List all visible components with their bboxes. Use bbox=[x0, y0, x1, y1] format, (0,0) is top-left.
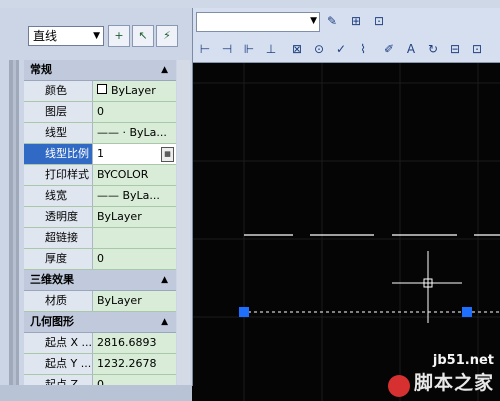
property-value[interactable]: BYCOLOR bbox=[93, 165, 176, 185]
property-value-text: 1 bbox=[97, 147, 104, 160]
property-row-start-y[interactable]: 起点 Y ... 1232.2678 bbox=[24, 354, 176, 375]
property-row-material[interactable]: 材质 ByLayer bbox=[24, 291, 176, 312]
property-value[interactable]: 0 bbox=[93, 249, 176, 269]
dim-update-icon[interactable]: ↻ bbox=[424, 40, 442, 58]
property-value[interactable]: —— ByLa... bbox=[93, 186, 176, 206]
property-row-lineweight[interactable]: 线宽 —— ByLa... bbox=[24, 186, 176, 207]
object-type-value: 直线 bbox=[33, 29, 58, 43]
property-value[interactable]: 0 bbox=[93, 102, 176, 122]
chevron-down-icon[interactable]: ▼ bbox=[310, 16, 317, 26]
property-row-linetype[interactable]: 线型 —— · ByLa... bbox=[24, 123, 176, 144]
property-row-color[interactable]: 颜色 ByLayer bbox=[24, 81, 176, 102]
dim-text-icon[interactable]: A bbox=[402, 40, 420, 58]
chevron-down-icon[interactable]: ▼ bbox=[93, 27, 100, 45]
status-strip bbox=[0, 385, 192, 401]
property-value[interactable]: 1 ▦ bbox=[93, 144, 176, 164]
section-geometry[interactable]: 几何图形 ▲ bbox=[24, 312, 176, 333]
property-row-thickness[interactable]: 厚度 0 bbox=[24, 249, 176, 270]
property-key: 图层 bbox=[24, 102, 93, 122]
watermark-url: jb51.net bbox=[432, 353, 494, 368]
property-key: 透明度 bbox=[24, 207, 93, 227]
dim-linear-icon[interactable]: ⊢ bbox=[196, 40, 214, 58]
collapse-icon[interactable]: ▲ bbox=[161, 312, 168, 332]
property-value-text: ByLayer bbox=[111, 84, 156, 97]
collapse-icon[interactable]: ▲ bbox=[161, 270, 168, 290]
calculator-icon[interactable]: ▦ bbox=[161, 147, 174, 162]
dimension-toolbar: ⊢ ⊣ ⊩ ⊥ ⊠ ⊙ ✓ ⌇ ✐ A ↻ ⊟ ⊡ bbox=[192, 36, 500, 63]
dim-jog-icon[interactable]: ⌇ bbox=[354, 40, 372, 58]
model-space[interactable] bbox=[192, 63, 500, 401]
dim-style-icon[interactable]: ⊟ bbox=[446, 40, 464, 58]
property-key: 线型比例 bbox=[24, 144, 93, 164]
property-row-linetype-scale[interactable]: 线型比例 1 ▦ bbox=[24, 144, 176, 165]
property-key: 厚度 bbox=[24, 249, 93, 269]
layer-state-icon[interactable]: ⊞ bbox=[347, 12, 365, 30]
section-title: 几何图形 bbox=[30, 315, 74, 328]
property-value[interactable]: 2816.6893 bbox=[93, 333, 176, 353]
property-value[interactable]: 1232.2678 bbox=[93, 354, 176, 374]
collapse-icon[interactable]: ▲ bbox=[161, 60, 168, 80]
toggle-pickadd-icon[interactable]: + bbox=[108, 25, 130, 47]
crosshair-cursor bbox=[392, 251, 462, 323]
dim-center-icon[interactable]: ⊙ bbox=[310, 40, 328, 58]
selection-bar: 直线 ▼ + ↖ ⚡ bbox=[24, 24, 190, 50]
property-key: 颜色 bbox=[24, 81, 93, 101]
color-swatch-icon bbox=[97, 84, 107, 94]
layer-combo[interactable]: ▼ bbox=[196, 12, 320, 32]
watermark: jb51.net 脚本之家 bbox=[387, 353, 494, 397]
watermark-logo-icon bbox=[387, 375, 410, 397]
quick-select-icon[interactable]: ⚡ bbox=[156, 25, 178, 47]
properties-palette: 直线 ▼ + ↖ ⚡ 常规 ▲ 颜色 ByLayer 图层 0 线型 —— · … bbox=[0, 8, 193, 396]
start-grip[interactable] bbox=[239, 307, 249, 317]
dim-continue-icon[interactable]: ⊥ bbox=[262, 40, 280, 58]
property-value[interactable] bbox=[93, 228, 176, 248]
section-title: 三维效果 bbox=[30, 273, 74, 286]
top-toolbar: ▼ ✎ ⊞ ⊡ bbox=[192, 8, 500, 37]
dim-override-icon[interactable]: ⊡ bbox=[468, 40, 486, 58]
property-key: 起点 Y ... bbox=[24, 354, 93, 374]
palette-strip-highlight bbox=[13, 60, 16, 390]
dim-inspect-icon[interactable]: ✓ bbox=[332, 40, 350, 58]
object-type-select[interactable]: 直线 ▼ bbox=[28, 26, 104, 46]
property-key: 线型 bbox=[24, 123, 93, 143]
section-3d-effects[interactable]: 三维效果 ▲ bbox=[24, 270, 176, 291]
property-value[interactable]: ByLayer bbox=[93, 207, 176, 227]
property-value[interactable]: ByLayer bbox=[93, 81, 176, 101]
property-row-transparency[interactable]: 透明度 ByLayer bbox=[24, 207, 176, 228]
dim-edit-icon[interactable]: ✐ bbox=[380, 40, 398, 58]
select-objects-icon[interactable]: ↖ bbox=[132, 25, 154, 47]
section-title: 常规 bbox=[30, 63, 52, 76]
property-key: 打印样式 bbox=[24, 165, 93, 185]
property-row-hyperlink[interactable]: 超链接 bbox=[24, 228, 176, 249]
dim-space-icon[interactable]: ⊠ bbox=[288, 40, 306, 58]
layer-tools-icon[interactable]: ⊡ bbox=[370, 12, 388, 30]
palette-scrollbar[interactable] bbox=[177, 60, 190, 390]
property-key: 起点 X ... bbox=[24, 333, 93, 353]
property-row-start-x[interactable]: 起点 X ... 2816.6893 bbox=[24, 333, 176, 354]
property-key: 材质 bbox=[24, 291, 93, 311]
property-row-plotstyle[interactable]: 打印样式 BYCOLOR bbox=[24, 165, 176, 186]
watermark-name: 脚本之家 bbox=[413, 372, 494, 394]
dim-baseline-icon[interactable]: ⊩ bbox=[240, 40, 258, 58]
property-key: 超链接 bbox=[24, 228, 93, 248]
section-general[interactable]: 常规 ▲ bbox=[24, 60, 176, 81]
property-row-layer[interactable]: 图层 0 bbox=[24, 102, 176, 123]
dim-aligned-icon[interactable]: ⊣ bbox=[218, 40, 236, 58]
property-value[interactable]: —— · ByLa... bbox=[93, 123, 176, 143]
layer-props-icon[interactable]: ✎ bbox=[323, 12, 341, 30]
property-grid: 常规 ▲ 颜色 ByLayer 图层 0 线型 —— · ByLa... 线型比… bbox=[24, 60, 176, 396]
drawing-canvas[interactable] bbox=[192, 63, 500, 401]
property-key: 线宽 bbox=[24, 186, 93, 206]
property-value[interactable]: ByLayer bbox=[93, 291, 176, 311]
end-grip[interactable] bbox=[462, 307, 472, 317]
